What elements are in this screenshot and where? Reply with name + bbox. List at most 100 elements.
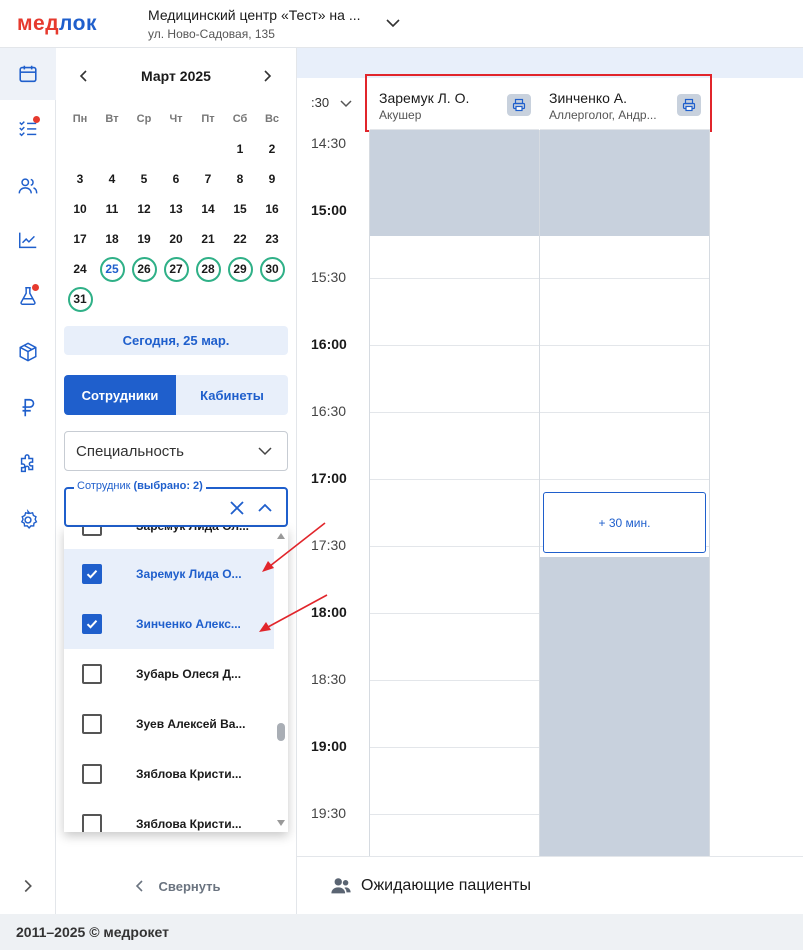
calendar-day[interactable]: 10 bbox=[64, 194, 96, 224]
calendar-day[interactable]: 28 bbox=[192, 254, 224, 284]
time-step-select[interactable]: :30 bbox=[311, 95, 329, 110]
close-icon[interactable] bbox=[228, 499, 246, 517]
calendar-day[interactable]: 3 bbox=[64, 164, 96, 194]
employee-option[interactable]: Зяблова Кристи... bbox=[64, 799, 274, 832]
checkbox[interactable] bbox=[82, 714, 102, 734]
dropdown-scrollbar[interactable] bbox=[274, 527, 288, 832]
nav-item-finance[interactable] bbox=[0, 382, 56, 434]
calendar-week: 3456789 bbox=[64, 164, 296, 194]
calendar-day[interactable]: 8 bbox=[224, 164, 256, 194]
nav-item-users[interactable] bbox=[0, 160, 56, 212]
nav-rail bbox=[0, 48, 56, 914]
scroll-up-icon[interactable] bbox=[277, 533, 285, 539]
today-button[interactable]: Сегодня, 25 мар. bbox=[64, 326, 288, 355]
employee-option-label: Зубарь Олеся Д... bbox=[136, 667, 242, 681]
calendar-day[interactable]: 1 bbox=[224, 134, 256, 164]
free-slot-button[interactable]: + 30 мин. bbox=[543, 492, 706, 553]
specialty-select[interactable]: Специальность bbox=[64, 431, 288, 471]
employee-option[interactable]: Зяблова Кристи... bbox=[64, 749, 274, 799]
box-icon bbox=[19, 342, 37, 362]
app-logo[interactable]: медлок bbox=[17, 12, 97, 36]
next-month-button[interactable] bbox=[257, 66, 277, 86]
calendar-week: 10 11 12 13 14 15 16 bbox=[64, 194, 296, 224]
chevron-up-icon[interactable] bbox=[256, 499, 274, 517]
calendar-day[interactable]: 7 bbox=[192, 164, 224, 194]
chevron-down-icon[interactable] bbox=[384, 14, 402, 32]
calendar-empty-cell bbox=[256, 284, 288, 314]
nav-item-integrations[interactable] bbox=[0, 438, 56, 490]
nav-item-tasks[interactable] bbox=[0, 102, 56, 154]
chevron-right-icon bbox=[264, 70, 272, 82]
calendar-day[interactable]: 27 bbox=[160, 254, 192, 284]
calendar-day[interactable]: 21 bbox=[192, 224, 224, 254]
chevron-down-icon bbox=[258, 447, 272, 456]
calendar-day[interactable]: 9 bbox=[256, 164, 288, 194]
calendar-day[interactable]: 30 bbox=[256, 254, 288, 284]
calendar-day[interactable]: 29 bbox=[224, 254, 256, 284]
calendar-day[interactable]: 19 bbox=[128, 224, 160, 254]
calendar-day[interactable]: 16 bbox=[256, 194, 288, 224]
calendar-day[interactable]: 25 bbox=[96, 254, 128, 284]
employee-option-label: Заремук Лида Ол... bbox=[136, 527, 258, 533]
chevron-down-icon[interactable] bbox=[339, 97, 353, 111]
calendar-day[interactable]: 26 bbox=[128, 254, 160, 284]
calendar-day[interactable]: 13 bbox=[160, 194, 192, 224]
day-number: 29 bbox=[227, 256, 253, 282]
nav-item-lab[interactable] bbox=[0, 270, 56, 322]
nav-item-analytics[interactable] bbox=[0, 214, 56, 266]
time-label: 16:00 bbox=[311, 336, 347, 352]
employee-option[interactable]: Зуев Алексей Ва... bbox=[64, 699, 274, 749]
calendar-day[interactable]: 15 bbox=[224, 194, 256, 224]
employee-option[interactable]: Заремук Лида О... bbox=[64, 549, 274, 599]
checkbox-checked[interactable] bbox=[82, 614, 102, 634]
calendar-day[interactable]: 17 bbox=[64, 224, 96, 254]
employee-select[interactable]: Сотрудник (выбрано: 2) bbox=[64, 480, 288, 527]
employee-option[interactable]: Зубарь Олеся Д... bbox=[64, 649, 274, 699]
employee-dropdown-list: Заремук Лида Ол... Заремук Лида О... Зинче… bbox=[64, 527, 288, 832]
calendar-empty-cell bbox=[96, 284, 128, 314]
calendar-empty-cell bbox=[128, 284, 160, 314]
calendar-week: 24 25 26 27 28 29 30 bbox=[64, 254, 296, 284]
expand-rail-button[interactable] bbox=[0, 860, 56, 912]
scrollbar-thumb[interactable] bbox=[277, 723, 285, 741]
tab-rooms[interactable]: Кабинеты bbox=[176, 375, 288, 415]
settings-icon bbox=[20, 509, 38, 530]
users-icon bbox=[331, 877, 351, 893]
checkbox[interactable] bbox=[82, 764, 102, 784]
schedule-view: :30 Заремук Л. О. Акушер Зинченко А. Алл… bbox=[297, 48, 803, 856]
month-navigation: Март 2025 bbox=[56, 64, 297, 88]
calendar-day[interactable]: 31 bbox=[64, 284, 96, 314]
clinic-selector[interactable]: Медицинский центр «Тест» на ... ул. Ново… bbox=[148, 7, 360, 41]
nav-item-settings[interactable] bbox=[0, 494, 56, 546]
checkbox[interactable] bbox=[82, 527, 102, 536]
nav-item-warehouse[interactable] bbox=[0, 326, 56, 378]
calendar-day[interactable]: 23 bbox=[256, 224, 288, 254]
checkbox[interactable] bbox=[82, 814, 102, 832]
employee-option[interactable]: Заремук Лида Ол... bbox=[64, 527, 274, 551]
checkbox[interactable] bbox=[82, 664, 102, 684]
calendar-day[interactable]: 20 bbox=[160, 224, 192, 254]
calendar-day[interactable]: 11 bbox=[96, 194, 128, 224]
collapse-panel-button[interactable]: Свернуть bbox=[56, 874, 297, 898]
calendar-day[interactable]: 2 bbox=[256, 134, 288, 164]
highlight-box bbox=[365, 74, 712, 132]
employee-select-label: Сотрудник (выбрано: 2) bbox=[74, 480, 206, 492]
calendar-day[interactable]: 14 bbox=[192, 194, 224, 224]
calendar-day[interactable]: 12 bbox=[128, 194, 160, 224]
clinic-name: Медицинский центр «Тест» на ... bbox=[148, 7, 361, 23]
employee-option[interactable]: Зинченко Алекс... bbox=[64, 599, 274, 649]
waiting-patients-button[interactable]: Ожидающие пациенты bbox=[297, 856, 803, 914]
calendar-day[interactable]: 18 bbox=[96, 224, 128, 254]
calendar-day[interactable]: 4 bbox=[96, 164, 128, 194]
scroll-down-icon[interactable] bbox=[277, 820, 285, 826]
nav-item-calendar[interactable] bbox=[0, 48, 56, 100]
time-label: 19:30 bbox=[311, 805, 347, 821]
calendar-day[interactable]: 6 bbox=[160, 164, 192, 194]
tab-employees[interactable]: Сотрудники bbox=[64, 375, 176, 415]
calendar-day[interactable]: 24 bbox=[64, 254, 96, 284]
calendar-day[interactable]: 5 bbox=[128, 164, 160, 194]
checkbox-checked[interactable] bbox=[82, 564, 102, 584]
calendar-day[interactable]: 22 bbox=[224, 224, 256, 254]
prev-month-button[interactable] bbox=[74, 66, 94, 86]
calendar-empty-cell bbox=[160, 134, 192, 164]
